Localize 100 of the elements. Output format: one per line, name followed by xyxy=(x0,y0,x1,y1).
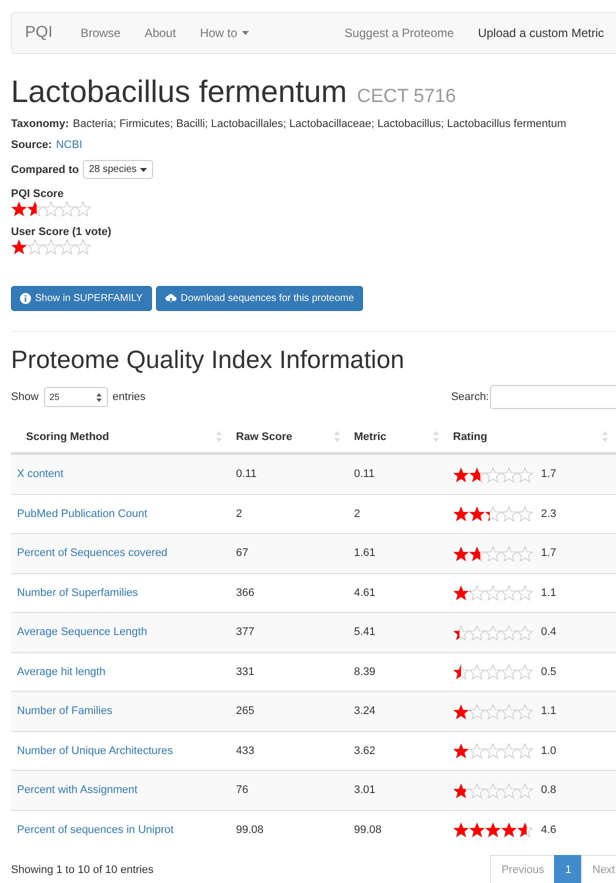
star-icon xyxy=(501,506,517,522)
nav-link[interactable]: About xyxy=(132,26,188,40)
method-link[interactable]: Average Sequence Length xyxy=(17,626,148,638)
nav-link[interactable]: Suggest a Proteome xyxy=(332,26,466,40)
sort-icon[interactable] xyxy=(334,431,340,442)
star-icon xyxy=(469,743,485,760)
star-icon xyxy=(501,822,517,838)
table-cell: 4.61 xyxy=(354,586,376,599)
rating-value: 1.7 xyxy=(541,468,556,480)
taxonomy-label: Taxonomy: xyxy=(11,118,69,130)
species-dropdown[interactable]: 28 species xyxy=(82,160,153,179)
action-button[interactable]: Download sequences for this proteome xyxy=(156,286,364,311)
method-link[interactable]: PubMed Publication Count xyxy=(17,508,148,520)
search-label: Search: xyxy=(451,391,489,403)
entries-select[interactable]: 25 xyxy=(44,387,108,407)
star-icon xyxy=(501,664,517,680)
search-field[interactable] xyxy=(490,385,616,409)
method-link[interactable]: Number of Superfamilies xyxy=(17,586,138,599)
table-cell: 2 xyxy=(236,508,242,520)
star-icon xyxy=(517,743,533,760)
rating-value: 1.1 xyxy=(541,586,556,599)
method-link[interactable]: Number of Unique Architectures xyxy=(17,744,173,757)
compared-label: Compared to xyxy=(11,164,79,176)
star-icon xyxy=(453,624,469,641)
method-link[interactable]: Number of Families xyxy=(17,705,112,718)
star-icon xyxy=(485,506,501,522)
entries-label: entries xyxy=(112,391,146,403)
rating-value: 1.1 xyxy=(541,705,556,718)
info-icon xyxy=(20,293,31,304)
table-cell: 0.11 xyxy=(236,468,257,480)
star-icon xyxy=(453,546,469,562)
star-icon xyxy=(501,466,517,483)
method-link[interactable]: X content xyxy=(17,468,64,480)
star-icon xyxy=(469,624,485,641)
rating-value: 0.8 xyxy=(541,784,556,796)
table-cell: 76 xyxy=(236,784,248,796)
method-link[interactable]: Percent of sequences in Uniprot xyxy=(17,824,174,836)
table-cell: 5.41 xyxy=(354,626,376,638)
method-link[interactable]: Percent of Sequences covered xyxy=(17,547,168,560)
star-icon xyxy=(453,664,469,680)
star-icon xyxy=(469,664,485,680)
star-icon xyxy=(517,585,533,602)
star-icon xyxy=(11,239,27,255)
star-icon xyxy=(517,624,533,641)
nav-link[interactable]: Upload a custom Metric xyxy=(466,26,616,40)
table-cell: 366 xyxy=(236,586,254,599)
nav-link[interactable]: Browse xyxy=(68,26,133,40)
table-cell: 3.01 xyxy=(354,784,376,796)
star-icon xyxy=(517,782,533,799)
table-cell: 2 xyxy=(354,508,360,520)
nav-link[interactable]: How to xyxy=(188,26,262,40)
sort-icon[interactable] xyxy=(433,431,439,442)
table-cell: 377 xyxy=(236,626,254,638)
star-icon xyxy=(517,546,533,562)
star-icon xyxy=(453,782,469,799)
method-link[interactable]: Percent with Assignment xyxy=(17,784,138,796)
pagination-button[interactable]: Next xyxy=(581,855,616,883)
star-icon xyxy=(501,704,517,720)
star-icon xyxy=(27,239,43,255)
sort-icon[interactable] xyxy=(602,431,608,442)
taxonomy-value: Bacteria; Firmicutes; Bacilli; Lactobacillales; Lactobacillaceae; Lactobacillus; Lactobacillus fermentum xyxy=(72,118,566,130)
pagination-button[interactable]: 1 xyxy=(554,855,582,883)
score-label: User Score (1 vote) xyxy=(11,226,112,238)
rating-value: 4.6 xyxy=(541,824,556,836)
column-header[interactable]: Raw Score xyxy=(236,430,292,442)
star-icon xyxy=(501,782,517,799)
pagination-button[interactable]: Previous xyxy=(490,855,556,883)
star-icon xyxy=(485,664,501,680)
rating-value: 0.4 xyxy=(541,626,556,638)
method-link[interactable]: Average hit length xyxy=(17,666,106,678)
star-icon xyxy=(485,743,501,760)
star-icon xyxy=(469,466,485,483)
star-icon xyxy=(453,822,469,838)
star-icon xyxy=(485,822,501,838)
column-header[interactable]: Rating xyxy=(453,430,488,442)
source-link[interactable]: NCBI xyxy=(56,139,82,151)
star-icon xyxy=(453,585,469,602)
star-icon xyxy=(27,201,43,217)
table-cell: 1.61 xyxy=(354,547,376,560)
column-header[interactable]: Scoring Method xyxy=(26,430,110,442)
star-icon xyxy=(485,546,501,562)
brand-link[interactable]: PQI xyxy=(12,24,69,42)
table-cell: 99.08 xyxy=(354,824,382,836)
caret-icon xyxy=(140,168,147,172)
column-header[interactable]: Metric xyxy=(354,430,386,442)
star-icon xyxy=(501,743,517,760)
sort-icon xyxy=(96,392,102,402)
action-button[interactable]: Show in SUPERFAMILY xyxy=(11,286,152,311)
table-cell: 0.11 xyxy=(354,468,375,480)
sort-icon[interactable] xyxy=(216,431,222,442)
star-icon xyxy=(469,704,485,720)
star-icon xyxy=(517,664,533,680)
table-cell: 8.39 xyxy=(354,666,376,678)
star-icon xyxy=(485,782,501,799)
rating-value: 1.7 xyxy=(541,547,556,560)
rating-value: 0.5 xyxy=(541,666,556,678)
show-label: Show xyxy=(11,391,39,403)
star-icon xyxy=(501,546,517,562)
star-icon xyxy=(517,506,533,522)
rating-value: 2.3 xyxy=(541,508,556,520)
